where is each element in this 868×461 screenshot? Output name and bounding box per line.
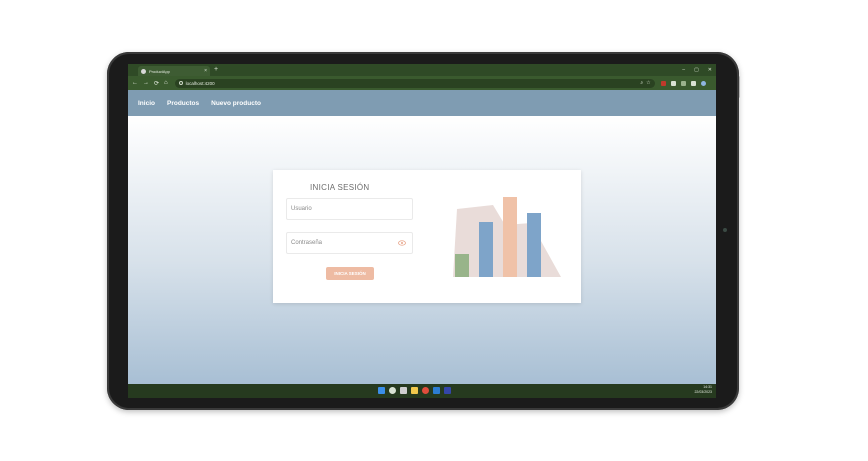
bookmark-star-icon[interactable]: ☆	[646, 80, 650, 86]
tab-title: ProductApp	[149, 68, 170, 74]
login-card: INICIA SESIÓN Usuario Contraseña INICIA …	[273, 170, 581, 303]
stage: ProductApp × + – ▢ ✕ ← → ⟳ ⌂ localhost:4…	[0, 0, 868, 461]
nav-link-new-product[interactable]: Nuevo producto	[211, 100, 261, 107]
chat-icon[interactable]	[400, 387, 407, 394]
forward-icon[interactable]: →	[143, 80, 149, 87]
illustration-bar-peach	[503, 197, 517, 277]
close-window-button[interactable]: ✕	[708, 65, 712, 75]
login-title: INICIA SESIÓN	[310, 183, 370, 192]
close-tab-icon[interactable]: ×	[204, 68, 207, 74]
nav-link-home[interactable]: Inicio	[138, 100, 155, 107]
illustration-bar-green	[455, 254, 469, 277]
browser-toolbar: ← → ⟳ ⌂ localhost:4200 ⌕ ☆	[128, 76, 716, 90]
browser-tab[interactable]: ProductApp ×	[138, 66, 210, 76]
app-navbar: Inicio Productos Nuevo producto	[128, 90, 716, 116]
side-panel-icon[interactable]	[690, 80, 696, 86]
nav-buttons: ← → ⟳ ⌂	[132, 80, 168, 87]
clock-date: 22/03/2023	[694, 390, 712, 394]
zoom-icon[interactable]: ⌕	[640, 80, 643, 86]
site-info-icon[interactable]	[178, 81, 183, 85]
search-icon[interactable]	[389, 387, 396, 394]
reload-icon[interactable]: ⟳	[154, 80, 159, 87]
nav-link-products[interactable]: Productos	[167, 100, 199, 107]
username-field[interactable]: Usuario	[286, 198, 413, 220]
password-field[interactable]: Contraseña	[286, 232, 413, 254]
camera	[723, 228, 727, 232]
start-menu-icon[interactable]	[378, 387, 385, 394]
profile-avatar[interactable]	[700, 80, 706, 86]
os-taskbar: 14:31 22/03/2023	[128, 384, 716, 398]
favicon-icon	[141, 68, 146, 74]
illustration-bar-blue-2	[527, 213, 541, 277]
extension-icon-2[interactable]	[680, 80, 686, 86]
minimize-button[interactable]: –	[682, 65, 685, 75]
file-explorer-icon[interactable]	[411, 387, 418, 394]
vscode-icon[interactable]	[433, 387, 440, 394]
extensions-puzzle-icon[interactable]	[670, 80, 676, 86]
login-button[interactable]: INICIA SESIÓN	[326, 267, 374, 280]
address-bar[interactable]: localhost:4200 ⌕ ☆	[174, 78, 655, 88]
chrome-icon[interactable]	[422, 387, 429, 394]
username-placeholder: Usuario	[291, 206, 312, 212]
extension-icon[interactable]	[660, 80, 666, 86]
tablet-screen: ProductApp × + – ▢ ✕ ← → ⟳ ⌂ localhost:4…	[128, 64, 716, 398]
taskbar-icons	[378, 387, 451, 394]
maximize-button[interactable]: ▢	[694, 65, 699, 75]
login-button-label: INICIA SESIÓN	[334, 271, 366, 276]
password-placeholder: Contraseña	[291, 240, 323, 246]
app-icon[interactable]	[444, 387, 451, 394]
back-icon[interactable]: ←	[132, 80, 138, 87]
page-background: INICIA SESIÓN Usuario Contraseña INICIA …	[128, 116, 716, 384]
show-password-icon[interactable]	[398, 240, 406, 246]
taskbar-clock[interactable]: 14:31 22/03/2023	[694, 385, 712, 395]
bar-chart-illustration	[453, 197, 561, 277]
window-controls: – ▢ ✕	[682, 65, 712, 75]
new-tab-button[interactable]: +	[214, 65, 218, 75]
home-icon[interactable]: ⌂	[164, 80, 168, 87]
extensions-area	[660, 80, 706, 86]
browser-tab-bar: ProductApp × + – ▢ ✕	[128, 64, 716, 76]
address-url[interactable]: localhost:4200	[186, 81, 215, 86]
illustration-bar-blue-1	[479, 222, 493, 277]
